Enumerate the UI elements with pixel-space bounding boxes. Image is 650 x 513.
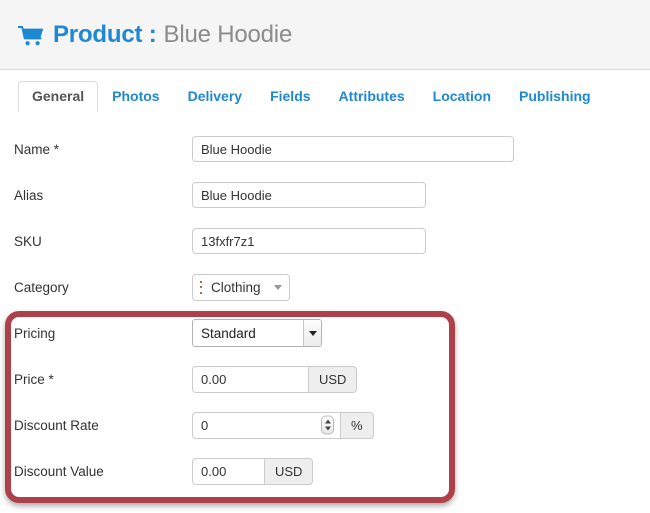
tab-general[interactable]: General (18, 80, 99, 112)
sku-label: SKU (14, 233, 42, 249)
discount-rate-input-wrap (192, 411, 340, 439)
pricing-select[interactable]: Standard (192, 319, 322, 347)
tab-fields[interactable]: Fields (256, 81, 324, 112)
tab-general-label: General (32, 87, 85, 104)
discount-rate-percent-addon: % (340, 411, 374, 439)
tab-photos[interactable]: Photos (98, 81, 173, 112)
discount-value-currency-addon: USD (264, 457, 314, 485)
tab-location[interactable]: Location (419, 81, 505, 112)
name-input[interactable] (192, 136, 514, 162)
price-currency-addon: USD (308, 365, 358, 393)
alias-field-wrap (192, 182, 426, 208)
tab-publishing-label: Publishing (519, 87, 591, 104)
tab-fields-label: Fields (270, 87, 311, 104)
name-field-wrap (192, 136, 514, 162)
alias-input[interactable] (192, 182, 426, 208)
discount-rate-input-group: % (192, 411, 374, 439)
price-input[interactable] (192, 365, 308, 393)
select-arrow-icon (303, 320, 321, 346)
page-title-secondary: Blue Hoodie (163, 20, 293, 48)
discount-value-input[interactable] (192, 457, 264, 485)
form-row-alias: Alias (0, 172, 650, 218)
general-tab-form: Name * Alias SKU Category Clothing (0, 112, 650, 494)
page-title: Product : Blue Hoodie (18, 20, 293, 48)
discount-value-input-group: USD (192, 457, 314, 485)
price-field-wrap: USD (192, 365, 358, 393)
category-label: Category (14, 279, 69, 295)
shopping-cart-icon (18, 25, 44, 47)
category-selected-value: Clothing (211, 279, 261, 295)
price-label: Price * (14, 371, 54, 387)
pricing-field-wrap: Standard (192, 319, 322, 347)
name-label: Name * (14, 141, 60, 157)
sku-field-wrap (192, 228, 426, 254)
pricing-label: Pricing (14, 325, 56, 341)
tab-delivery[interactable]: Delivery (174, 81, 256, 112)
tab-attributes[interactable]: Attributes (325, 81, 419, 112)
discount-rate-input[interactable] (192, 411, 340, 439)
tab-location-label: Location (432, 87, 492, 104)
drag-handle-icon (199, 280, 203, 294)
tab-bar: General Photos Delivery Fields Attribute… (0, 70, 650, 112)
tab-photos-label: Photos (112, 87, 160, 104)
discount-value-field-wrap: USD (192, 457, 314, 485)
alias-label: Alias (14, 187, 44, 203)
form-row-discount-value: Discount Value USD (0, 448, 650, 494)
tab-attributes-label: Attributes (338, 87, 405, 104)
pricing-selected-value: Standard (201, 325, 256, 341)
sku-input[interactable] (192, 228, 426, 254)
form-row-sku: SKU (0, 218, 650, 264)
number-spinner-icon[interactable] (321, 415, 334, 435)
tab-delivery-label: Delivery (187, 87, 243, 104)
price-input-group: USD (192, 365, 358, 393)
form-row-price: Price * USD (0, 356, 650, 402)
category-field-wrap: Clothing (192, 273, 290, 301)
discount-rate-label: Discount Rate (14, 417, 99, 433)
category-select[interactable]: Clothing (192, 273, 290, 301)
discount-value-label: Discount Value (14, 463, 104, 479)
form-row-pricing: Pricing Standard (0, 310, 650, 356)
chevron-down-icon (273, 284, 282, 290)
tab-publishing[interactable]: Publishing (505, 81, 605, 112)
form-row-discount-rate: Discount Rate % (0, 402, 650, 448)
discount-rate-field-wrap: % (192, 411, 374, 439)
page-header: Product : Blue Hoodie (0, 0, 650, 70)
page-title-primary: Product : (53, 20, 157, 48)
form-row-name: Name * (0, 126, 650, 172)
form-row-category: Category Clothing (0, 264, 650, 310)
